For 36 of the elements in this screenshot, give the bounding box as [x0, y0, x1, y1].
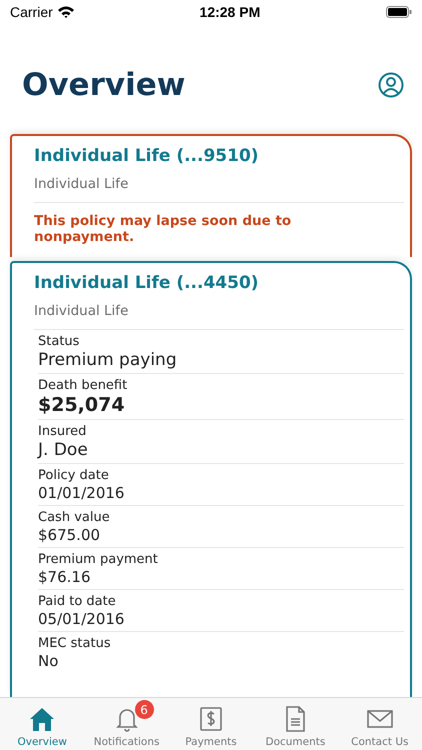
policy-type: Individual Life [34, 172, 404, 203]
field-value: 05/01/2016 [38, 610, 126, 628]
battery-icon [386, 6, 412, 18]
tab-item[interactable]: Contact Us [338, 698, 422, 750]
field-label: Paid to date [38, 594, 117, 610]
carrier-label: Carrier [10, 4, 53, 20]
clock-time: 12:28 PM [200, 4, 260, 20]
tab-item[interactable]: Payments [168, 698, 254, 750]
field-value: J. Doe [38, 440, 89, 460]
notification-badge: 6 [134, 700, 154, 719]
policy-title: Individual Life (...9510) [34, 145, 260, 168]
field-label: Insured [38, 424, 88, 440]
field-value: 01/01/2016 [38, 484, 126, 502]
field-label: Status [38, 334, 80, 350]
field-value: $76.16 [38, 568, 92, 586]
tab-item[interactable]: Documents [253, 698, 338, 750]
policy-type: Individual Life [34, 299, 404, 330]
policy-card[interactable] [10, 261, 412, 697]
field-label: Premium payment [38, 552, 159, 568]
field-label: Death benefit [38, 378, 128, 394]
page-title: Overview [22, 67, 186, 103]
tab-item[interactable]: 6 Notifications [84, 698, 169, 750]
policy-title: Individual Life (...4450) [34, 272, 260, 296]
lapse-warning: This policy may lapse soon due to nonpayment. [34, 212, 292, 248]
field-label: Policy date [38, 468, 110, 484]
field-value: No [38, 652, 60, 670]
policy-card[interactable]: Individual Life (...9510) Individual Life This policy may lapse soon due to nonpayment. [10, 134, 412, 258]
field-value: Premium paying [38, 350, 178, 370]
tab-item[interactable]: Overview [0, 698, 84, 750]
field-value: $675.00 [38, 526, 102, 544]
field-label: Cash value [38, 510, 111, 526]
wifi-icon [58, 6, 74, 18]
home-icon [28, 705, 56, 733]
field-value: $25,074 [38, 394, 126, 416]
field-label: MEC status [38, 636, 112, 652]
profile-icon[interactable] [378, 72, 404, 98]
